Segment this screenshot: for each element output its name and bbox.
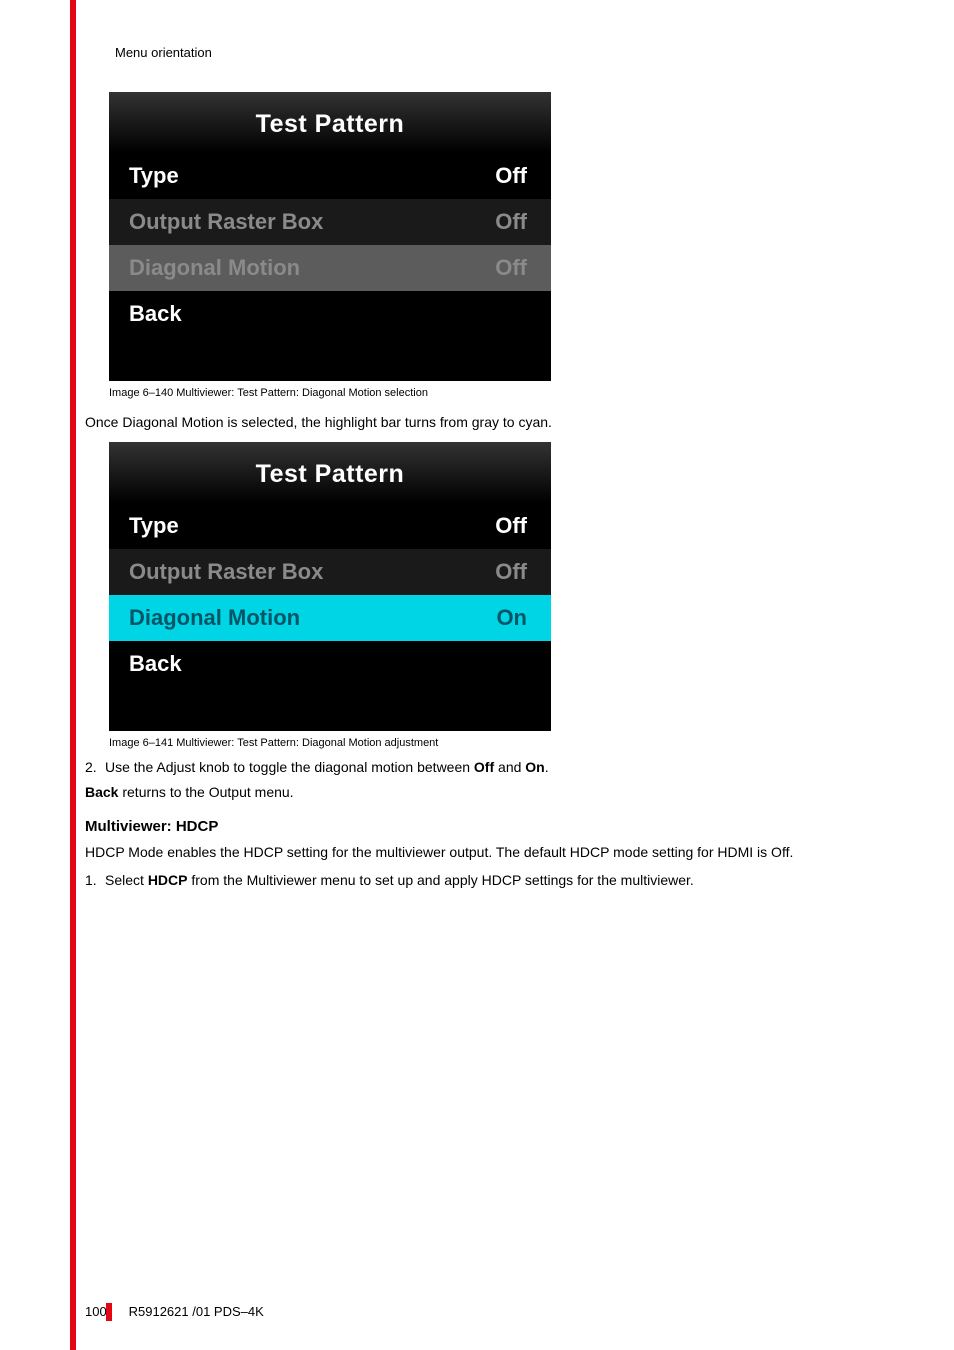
menu-row-type[interactable]: Type Off — [109, 503, 551, 549]
menu-row-label: Diagonal Motion — [129, 255, 300, 281]
menu-row-back[interactable]: Back — [109, 291, 551, 337]
paragraph-hdcp: HDCP Mode enables the HDCP setting for t… — [85, 843, 885, 862]
doc-id: R5912621 /01 PDS–4K — [129, 1304, 264, 1319]
menu-row-output-raster-box[interactable]: Output Raster Box Off — [109, 199, 551, 245]
menu-row-label: Back — [129, 651, 182, 677]
menu-spacer — [109, 687, 551, 731]
menu-row-value: Off — [495, 559, 527, 585]
left-margin-bar — [70, 0, 76, 1350]
step-text: Select HDCP from the Multiviewer menu to… — [105, 872, 694, 888]
menu-row-label: Output Raster Box — [129, 559, 323, 585]
menu-row-label: Back — [129, 301, 182, 327]
menu-row-back[interactable]: Back — [109, 641, 551, 687]
text: Use the Adjust knob to toggle the diagon… — [105, 759, 474, 775]
menu-row-value: Off — [495, 255, 527, 281]
menu-row-output-raster-box[interactable]: Output Raster Box Off — [109, 549, 551, 595]
paragraph: Once Diagonal Motion is selected, the hi… — [85, 413, 885, 432]
text: . — [545, 759, 549, 775]
paragraph-back: Back returns to the Output menu. — [85, 783, 885, 802]
text: returns to the Output menu. — [118, 784, 293, 800]
menu-row-label: Output Raster Box — [129, 209, 323, 235]
page-number: 100 — [85, 1304, 117, 1319]
menu-row-type[interactable]: Type Off — [109, 153, 551, 199]
menu-title: Test Pattern — [109, 92, 551, 153]
menu-row-label: Type — [129, 163, 179, 189]
step-number: 2. — [85, 759, 105, 775]
menu-row-value: Off — [495, 163, 527, 189]
page-footer: 100 R5912621 /01 PDS–4K — [85, 1304, 264, 1319]
subheading-hdcp: Multiviewer: HDCP — [85, 818, 885, 835]
menu-row-value: Off — [495, 513, 527, 539]
bold-hdcp: HDCP — [148, 872, 188, 888]
menu-row-diagonal-motion-active[interactable]: Diagonal Motion On — [109, 595, 551, 641]
figure-caption-1: Image 6–140 Multiviewer: Test Pattern: D… — [109, 387, 885, 399]
bold-off: Off — [474, 759, 494, 775]
bold-back: Back — [85, 784, 118, 800]
breadcrumb: Menu orientation — [115, 45, 885, 60]
menu-row-diagonal-motion-selected[interactable]: Diagonal Motion Off — [109, 245, 551, 291]
menu-spacer — [109, 337, 551, 381]
menu-row-value: On — [496, 605, 527, 631]
step-2: 2. Use the Adjust knob to toggle the dia… — [85, 759, 885, 775]
text: Select — [105, 872, 148, 888]
menu-title: Test Pattern — [109, 442, 551, 503]
text: from the Multiviewer menu to set up and … — [187, 872, 693, 888]
step-1-hdcp: 1. Select HDCP from the Multiviewer menu… — [85, 872, 885, 888]
menu-row-label: Type — [129, 513, 179, 539]
step-text: Use the Adjust knob to toggle the diagon… — [105, 759, 549, 775]
page-content: Menu orientation Test Pattern Type Off O… — [85, 45, 885, 888]
step-number: 1. — [85, 872, 105, 888]
bold-on: On — [525, 759, 544, 775]
figure-caption-2: Image 6–141 Multiviewer: Test Pattern: D… — [109, 737, 885, 749]
menu-row-label: Diagonal Motion — [129, 605, 300, 631]
text: and — [494, 759, 525, 775]
menu-test-pattern-1: Test Pattern Type Off Output Raster Box … — [109, 92, 551, 381]
menu-row-value: Off — [495, 209, 527, 235]
menu-test-pattern-2: Test Pattern Type Off Output Raster Box … — [109, 442, 551, 731]
